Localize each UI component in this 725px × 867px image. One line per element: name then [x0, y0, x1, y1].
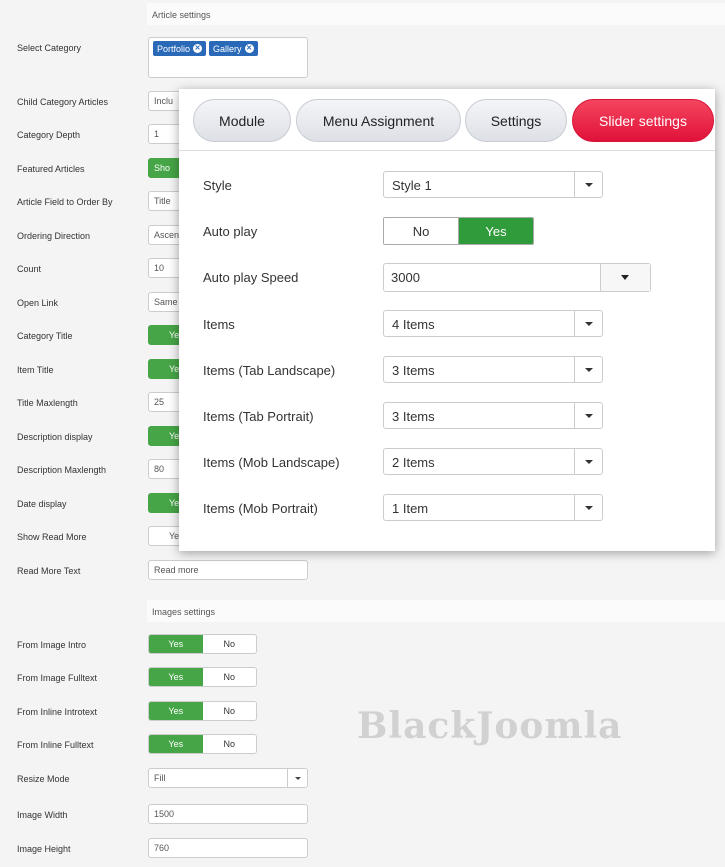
items-label: Items	[203, 317, 235, 332]
category-multiselect[interactable]: Portfolio ✕ Gallery ✕	[148, 37, 308, 78]
chevron-down-icon[interactable]	[600, 264, 650, 291]
style-label: Style	[203, 178, 232, 193]
no-option[interactable]: No	[202, 702, 256, 720]
row-label: Category Title	[17, 331, 73, 341]
row-label: Title Maxlength	[17, 398, 78, 408]
style-select[interactable]: Style 1	[383, 171, 603, 198]
chevron-down-icon	[574, 449, 602, 474]
no-option[interactable]: No	[202, 668, 256, 686]
tab-slider-settings[interactable]: Slider settings	[572, 99, 714, 142]
image-height-label: Image Height	[17, 844, 71, 854]
row-label: Item Title	[17, 365, 54, 375]
items-mob-portrait-label: Items (Mob Portrait)	[203, 501, 318, 516]
chevron-down-icon	[574, 311, 602, 336]
autoplay-label: Auto play	[203, 224, 258, 239]
resize-mode-select[interactable]: Fill	[148, 768, 308, 788]
yes-option[interactable]: Yes	[149, 668, 203, 686]
row-label: Description Maxlength	[17, 465, 107, 475]
row-label: From Inline Introtext	[17, 707, 98, 717]
autoplay-no[interactable]: No	[384, 218, 459, 244]
items-tab-landscape-select[interactable]: 3 Items	[383, 356, 603, 383]
tab-menu-assignment[interactable]: Menu Assignment	[296, 99, 461, 142]
items-tab-portrait-label: Items (Tab Portrait)	[203, 409, 314, 424]
no-option[interactable]: No	[202, 635, 256, 653]
category-chip-portfolio: Portfolio ✕	[153, 41, 207, 56]
image-intro-toggle[interactable]: Yes No	[148, 634, 257, 654]
items-mob-landscape-select[interactable]: 2 Items	[383, 448, 603, 475]
remove-chip-icon[interactable]: ✕	[193, 44, 203, 53]
speed-label: Auto play Speed	[203, 270, 299, 285]
chevron-down-icon	[574, 357, 602, 382]
blackjoomla-watermark: BlackJoomla	[357, 705, 623, 747]
items-mob-portrait-select[interactable]: 1 Item	[383, 494, 603, 521]
row-label: Open Link	[17, 298, 59, 308]
tab-module[interactable]: Module	[193, 99, 291, 142]
autoplay-yes[interactable]: Yes	[459, 218, 533, 244]
row-label: Ordering Direction	[17, 231, 91, 241]
tab-bar: Module Menu Assignment Settings Slider s…	[179, 89, 715, 151]
article-settings-heading: Article settings	[147, 3, 725, 25]
row-label: Date display	[17, 499, 67, 509]
tab-settings[interactable]: Settings	[465, 99, 567, 142]
row-label: Featured Articles	[17, 164, 85, 174]
row-label: Category Depth	[17, 130, 81, 140]
category-chip-gallery: Gallery ✕	[209, 41, 258, 56]
chevron-down-icon	[574, 495, 602, 520]
row-label: Show Read More	[17, 532, 87, 542]
read-more-text-input[interactable]: Read more	[148, 560, 308, 580]
inline-fulltext-toggle[interactable]: Yes No	[148, 734, 257, 754]
image-fulltext-toggle[interactable]: Yes No	[148, 667, 257, 687]
yes-option[interactable]: Yes	[149, 702, 203, 720]
resize-mode-label: Resize Mode	[17, 774, 70, 784]
yes-option[interactable]: Yes	[149, 635, 203, 653]
row-label: From Image Fulltext	[17, 673, 98, 683]
images-settings-heading: Images settings	[147, 600, 725, 622]
chevron-down-icon	[574, 172, 602, 197]
items-tab-portrait-select[interactable]: 3 Items	[383, 402, 603, 429]
yes-option[interactable]: Yes	[149, 735, 203, 753]
chevron-down-icon	[287, 769, 307, 787]
image-height-input[interactable]: 760	[148, 838, 308, 858]
row-label: From Image Intro	[17, 640, 87, 650]
row-label: From Inline Fulltext	[17, 740, 94, 750]
items-mob-landscape-label: Items (Mob Landscape)	[203, 455, 340, 470]
select-category-label: Select Category	[17, 43, 82, 53]
inline-introtext-toggle[interactable]: Yes No	[148, 701, 257, 721]
slider-settings-panel: Module Menu Assignment Settings Slider s…	[179, 89, 715, 551]
image-width-label: Image Width	[17, 810, 68, 820]
row-label: Child Category Articles	[17, 97, 109, 107]
remove-chip-icon[interactable]: ✕	[244, 44, 254, 53]
row-label: Description display	[17, 432, 93, 442]
chevron-down-icon	[574, 403, 602, 428]
row-label: Article Field to Order By	[17, 197, 113, 207]
items-select[interactable]: 4 Items	[383, 310, 603, 337]
row-label: Read More Text	[17, 566, 81, 576]
row-label: Count	[17, 264, 42, 274]
image-width-input[interactable]: 1500	[148, 804, 308, 824]
items-tab-landscape-label: Items (Tab Landscape)	[203, 363, 336, 378]
autoplay-toggle[interactable]: No Yes	[383, 217, 534, 245]
autoplay-speed-select[interactable]: 3000	[383, 263, 651, 292]
no-option[interactable]: No	[202, 735, 256, 753]
